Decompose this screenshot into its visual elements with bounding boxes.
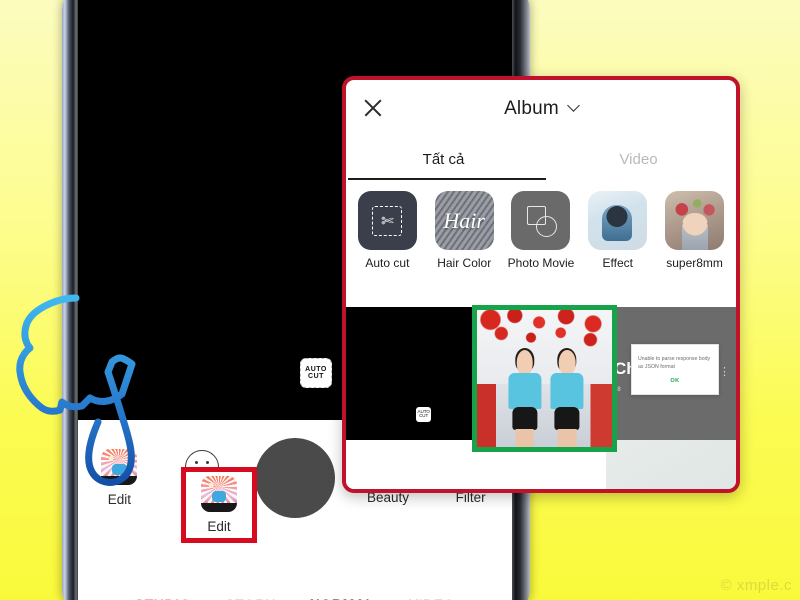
error-dialog-message: Unable to parse response body as JSON fo… [638,355,711,370]
album-tabs: Tất cả Video [346,138,736,180]
gallery-item-gray-menu-icon[interactable]: ⋮ [719,365,730,378]
close-icon[interactable] [362,97,384,119]
album-title-dropdown[interactable]: Album [504,98,580,120]
photo-movie-tile [511,191,571,250]
circle-icon [536,216,558,237]
album-title: Album [504,98,559,119]
gallery-item-plate[interactable] [606,440,736,489]
feature-effect-label: Effect [602,256,634,270]
auto-cut-tile: ✄ [357,191,417,250]
feature-photo-movie-label: Photo Movie [507,256,575,270]
phone-bezel-left [62,0,78,600]
effect-tile [588,191,648,250]
scissors-icon: ✄ [372,205,403,236]
mode-tab-video[interactable]: VIDEO [409,596,456,600]
photo-person-right [549,348,585,447]
feature-super8mm[interactable]: super8mm [659,191,730,270]
error-dialog-ok-button[interactable]: OK [670,378,679,384]
album-tab-all[interactable]: Tất cả [346,138,541,180]
camera-mode-tabs: STUDIO STORY NORMAL VIDEO [78,596,512,600]
mode-tab-story[interactable]: STORY [225,596,275,600]
edit-thumbnail-icon-highlighted [201,476,237,512]
error-dialog: Unable to parse response body as JSON fo… [631,344,719,395]
album-feature-strip: ✄ Auto cut Hair Hair Color Photo Movie E… [346,180,736,270]
feature-effect[interactable]: Effect [582,191,653,270]
feature-auto-cut-label: Auto cut [365,256,410,270]
feature-hair-color[interactable]: Hair Hair Color [429,191,500,270]
photo-person-left [507,348,543,447]
shutter-container [243,438,346,518]
feature-hair-color-label: Hair Color [437,256,492,270]
auto-cut-badge-line1: AUTO [305,365,327,373]
mode-tab-normal[interactable]: NORMAL [310,596,375,600]
shutter-button[interactable] [255,438,335,518]
auto-cut-badge[interactable]: AUTO CUT [300,358,332,388]
edit-button-label: Edit [107,492,131,507]
feature-super8mm-label: super8mm [666,256,723,270]
edit-button-highlight[interactable]: Edit [181,467,257,543]
mode-tab-studio[interactable]: STUDIO [135,596,192,600]
super8mm-tile [665,191,725,250]
feature-auto-cut[interactable]: ✄ Auto cut [352,191,423,270]
edit-button[interactable]: Edit [78,449,161,507]
gallery-item-badge: AUTO CUT [416,406,432,422]
photo-two-women [507,348,585,447]
hair-color-tile: Hair [434,191,494,250]
feature-photo-movie[interactable]: Photo Movie [506,191,577,270]
chevron-down-icon [567,98,580,112]
album-header: Album [346,80,736,138]
auto-cut-badge-line2: CUT [308,373,324,380]
screenshot-stage: AUTO CUT Edit Beauty Filter Edit Album T… [0,0,800,600]
edit-highlight-label: Edit [207,519,231,534]
gallery-item-food-1[interactable] [346,440,476,489]
edit-thumbnail-icon [101,449,138,485]
gallery-selected-photo[interactable] [472,305,617,452]
album-tab-video[interactable]: Video [541,138,736,180]
album-tab-underline [348,178,546,180]
hair-tile-text: Hair [443,207,485,233]
gallery-item-black[interactable]: AUTO CUT [346,307,476,440]
album-panel: Album Tất cả Video ✄ Auto cut Hair Hair … [342,76,740,493]
watermark: © xmple.c [720,577,792,594]
